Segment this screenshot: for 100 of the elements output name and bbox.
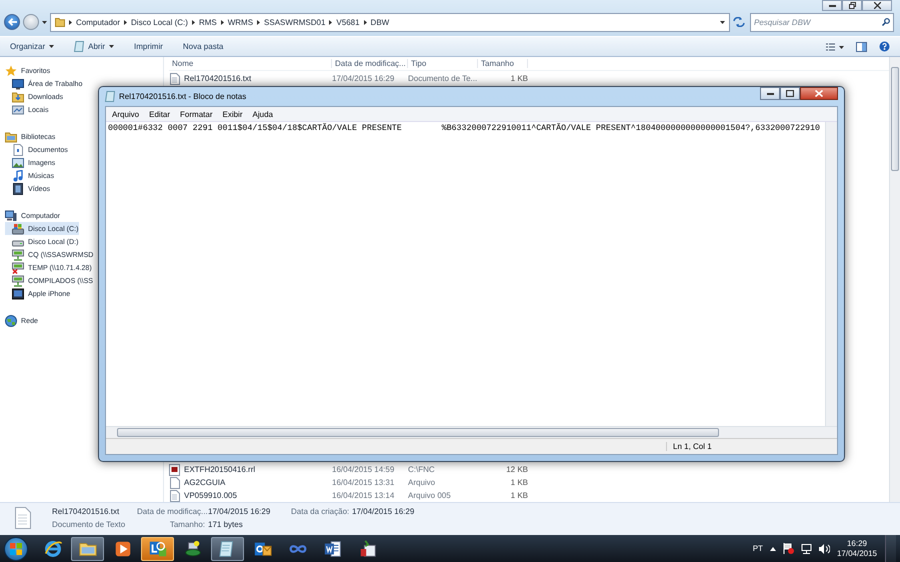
breadcrumb-item[interactable]: Computador [76,18,120,26]
file-size: 1 KB [510,74,528,83]
file-name[interactable]: EXTFH20150416.rrl [184,465,256,474]
device-icon [12,288,24,300]
address-bar[interactable]: Computador Disco Local (C:) RMS WRMS SSASWRMSD01 V5681 DBW [50,12,730,32]
file-icon [169,476,180,488]
app-file-icon [169,464,180,476]
column-header[interactable]: Tipo [408,59,478,68]
star-icon [5,64,17,76]
restore-button[interactable] [842,0,862,11]
taskbar-button[interactable] [211,536,244,560]
column-header[interactable]: Tamanho [478,59,528,68]
breadcrumb-item[interactable]: RMS [198,18,217,26]
caret-icon [42,20,47,24]
menu-item[interactable]: Ajuda [248,110,277,118]
detail-value: 17/04/2015 16:29 [352,507,416,516]
column-header[interactable]: Data de modificaç... [332,59,408,68]
minimize-button[interactable] [760,87,780,100]
left-arrow-icon [8,18,16,26]
up-arrow-icon[interactable] [770,546,776,550]
film-icon [12,182,24,194]
network-icon[interactable] [800,544,812,554]
network-drive-icon [12,262,24,274]
view-options-icon[interactable] [826,42,844,50]
volume-icon[interactable] [818,544,830,554]
breadcrumb-item[interactable]: DBW [370,18,390,26]
toolbar-button[interactable]: Organizar [10,42,54,51]
search-icon [882,18,890,26]
document-icon [12,144,24,156]
forward-button[interactable] [23,14,39,30]
column-header[interactable]: Nome [169,59,332,68]
breadcrumb-item[interactable]: V5681 [336,18,360,26]
search-input[interactable]: Pesquisar DBW [754,18,882,26]
computer-icon [5,210,17,222]
close-icon [815,90,823,97]
chat-app-icon [148,538,168,558]
text-content[interactable]: 000001#6332 0007 2291 0011$04/15$04/18$CARTÃO/VALE PRESENTE %B6332000722910011^CARTÃO/VALE PRESENT^1804000000000000001504?,6332000722910 [106,122,825,133]
server-icon [182,538,202,558]
breadcrumb-item[interactable]: WRMS [228,18,254,26]
file-name: Rel1704201516.txt [52,507,120,516]
search-field[interactable]: Pesquisar DBW [750,12,894,32]
maximize-icon [786,90,794,97]
file-name[interactable]: AG2CGUIA [184,478,226,487]
file-date: 16/04/2015 14:59 [332,465,396,474]
close-button[interactable] [800,87,838,100]
menu-item[interactable]: Arquivo [108,110,144,118]
refresh-icon[interactable] [733,17,745,27]
notepad-icon [74,41,84,52]
notepad-icon [105,91,115,102]
window-title: Rel1704201516.txt - Bloco de notas [119,92,246,101]
help-icon[interactable] [879,41,890,52]
clock-time[interactable]: 16:29 [846,538,867,548]
caret-icon [109,45,114,48]
preview-pane-icon[interactable] [856,42,867,52]
places-icon [12,104,24,116]
scrollbar[interactable] [106,426,837,438]
picture-icon [12,156,24,168]
file-size: 1 KB [510,491,528,500]
file-name[interactable]: Rel1704201516.txt [184,74,252,83]
file-size: 1 KB [510,478,528,487]
maximize-button[interactable] [780,87,800,100]
chevron-icon [192,20,195,24]
detail-value: 17/04/2015 16:29 [208,507,272,516]
play-icon [112,538,132,558]
menu-item[interactable]: Exibir [218,110,246,118]
toolbar-button[interactable]: Abrir [74,41,114,52]
detail-label: Tamanho: [168,520,205,529]
file-date: 17/04/2015 16:29 [332,74,396,83]
file-size: 12 KB [505,465,528,474]
close-button[interactable] [862,0,892,11]
minimize-icon [828,4,836,6]
caret-icon [49,45,54,48]
menu-item[interactable]: Editar [145,110,174,118]
folder-icon [12,90,24,102]
toolbar-button[interactable]: Nova pasta [182,42,224,51]
detail-label: Data da criação: [291,507,349,516]
breadcrumb-item[interactable]: SSASWRMSD01 [264,18,326,26]
taskbar-button[interactable] [71,536,104,560]
monitor-icon [12,78,24,90]
clock-date[interactable]: 17/04/2015 [836,548,877,558]
breadcrumb-item[interactable]: Disco Local (C:) [131,18,188,26]
menu-item[interactable]: Formatar [176,110,216,118]
music-note-icon [12,170,24,182]
text-file-icon [15,507,31,529]
file-name[interactable]: VP059910.005 [184,491,237,500]
toolbar-button[interactable]: Imprimir [134,42,163,51]
chevron-icon [69,20,72,24]
tool-app-icon [358,538,378,558]
flag-icon[interactable] [782,543,794,554]
back-button[interactable] [4,14,20,30]
scrollbar[interactable] [889,57,900,502]
taskbar-button[interactable] [141,536,174,560]
file-date: 16/04/2015 13:31 [332,478,396,487]
scrollbar[interactable] [825,122,837,426]
language-indicator[interactable]: PT [752,544,763,553]
folder-icon [5,130,17,142]
minimize-button[interactable] [822,0,842,11]
document-app-icon [322,538,342,558]
start-button[interactable] [4,536,28,560]
folder-icon [55,17,65,27]
